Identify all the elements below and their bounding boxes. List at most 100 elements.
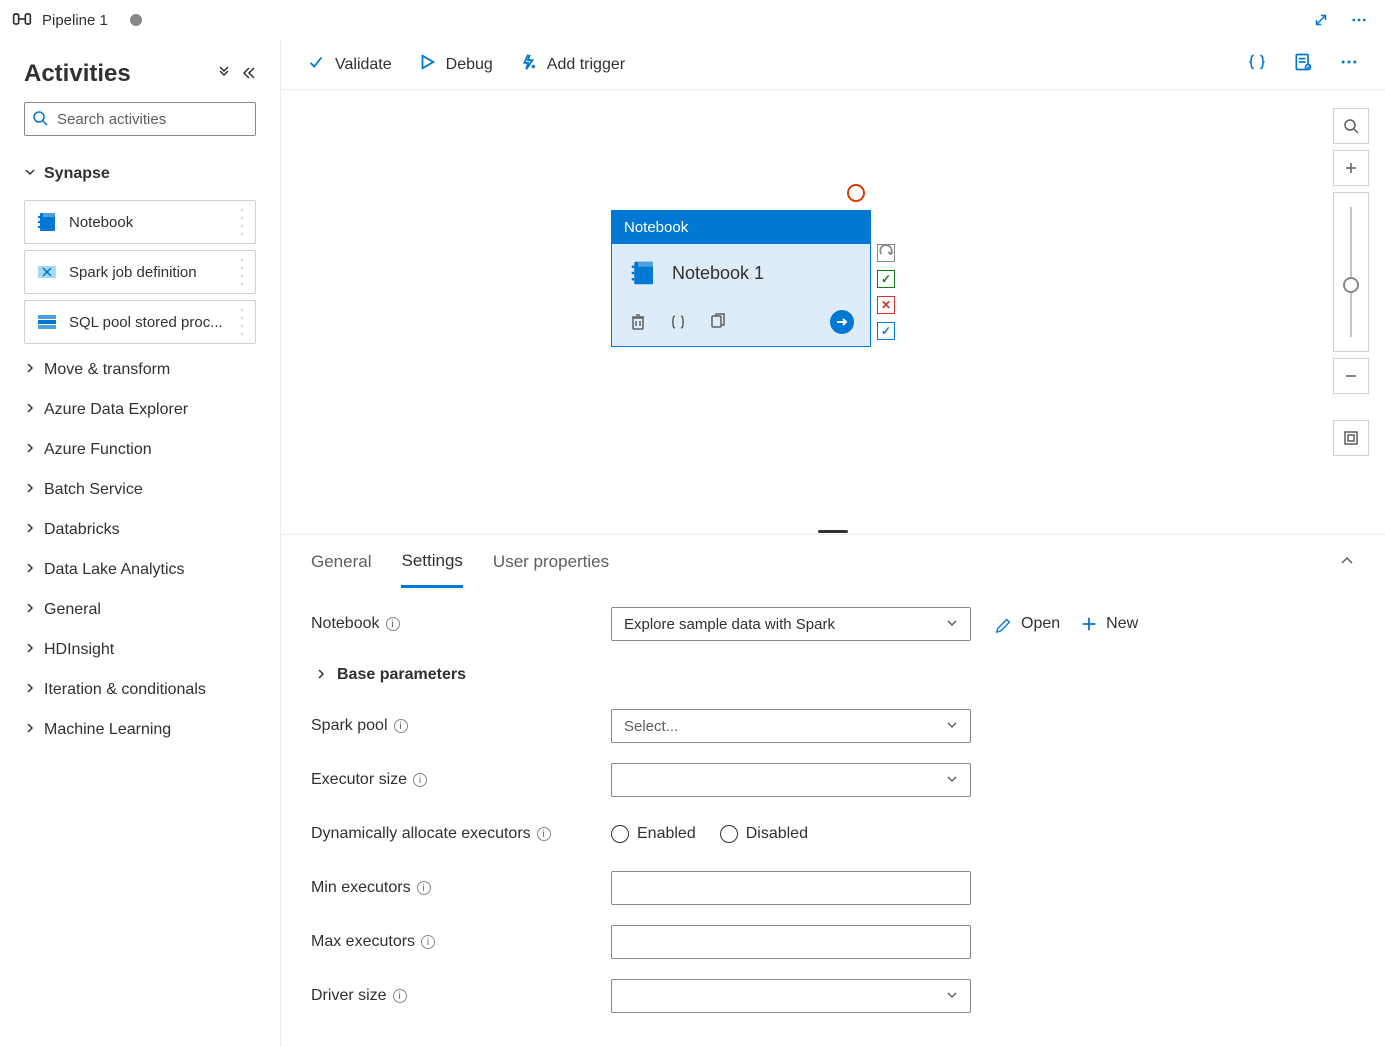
tab-settings[interactable]: Settings xyxy=(401,537,462,588)
collapse-all-icon[interactable] xyxy=(216,65,232,84)
node-skip-connector[interactable] xyxy=(877,244,895,262)
search-activities-field[interactable] xyxy=(24,102,256,136)
notebook-label: Notebook xyxy=(311,615,380,633)
chevron-right-icon xyxy=(24,481,36,499)
chevron-right-icon xyxy=(24,401,36,419)
info-icon[interactable]: i xyxy=(421,935,435,949)
category-synapse[interactable]: Synapse xyxy=(24,154,256,194)
driver-size-select[interactable] xyxy=(611,979,971,1013)
pipeline-canvas[interactable]: Notebook Notebook 1 xyxy=(281,90,1385,528)
category-machine-learning[interactable]: Machine Learning xyxy=(24,710,256,750)
activity-item-spark-job[interactable]: Spark job definition xyxy=(24,250,256,294)
zoom-out-button[interactable] xyxy=(1333,358,1369,394)
radio-icon xyxy=(611,825,629,843)
dyn-alloc-enabled-radio[interactable]: Enabled xyxy=(611,825,696,843)
checkmark-icon xyxy=(307,53,325,76)
min-executors-input[interactable] xyxy=(611,871,971,905)
new-notebook-button[interactable]: New xyxy=(1080,615,1138,633)
node-failure-connector[interactable]: ✕ xyxy=(877,296,895,314)
info-icon[interactable]: i xyxy=(537,827,551,841)
chevron-right-icon xyxy=(24,441,36,459)
tab-bar: Pipeline 1 xyxy=(0,0,1385,40)
info-icon[interactable]: i xyxy=(393,989,407,1003)
activity-item-notebook[interactable]: Notebook xyxy=(24,200,256,244)
pipeline-toolbar: Validate Debug Add trigger xyxy=(281,40,1385,90)
dyn-alloc-disabled-radio[interactable]: Disabled xyxy=(720,825,808,843)
pipeline-icon xyxy=(12,9,32,32)
category-azure-data-explorer[interactable]: Azure Data Explorer xyxy=(24,390,256,430)
sql-icon xyxy=(35,310,59,334)
zoom-fit-button[interactable] xyxy=(1333,420,1369,456)
more-toolbar-button[interactable] xyxy=(1339,52,1359,77)
play-icon xyxy=(418,53,436,76)
max-executors-input[interactable] xyxy=(611,925,971,959)
search-activities-input[interactable] xyxy=(24,102,256,136)
dirty-indicator-icon xyxy=(130,14,142,26)
open-notebook-button[interactable]: Open xyxy=(995,615,1060,633)
canvas-zoom-controls xyxy=(1333,108,1369,456)
category-iteration-conditionals[interactable]: Iteration & conditionals xyxy=(24,670,256,710)
code-view-button[interactable] xyxy=(1247,52,1267,77)
category-hdinsight[interactable]: HDInsight xyxy=(24,630,256,670)
info-icon[interactable]: i xyxy=(417,881,431,895)
tab-title: Pipeline 1 xyxy=(42,12,108,29)
category-batch-service[interactable]: Batch Service xyxy=(24,470,256,510)
collapse-details-button[interactable] xyxy=(1339,553,1355,572)
category-move-transform[interactable]: Move & transform xyxy=(24,350,256,390)
zoom-slider-thumb[interactable] xyxy=(1343,277,1359,293)
chevron-right-icon xyxy=(24,721,36,739)
category-data-lake-analytics[interactable]: Data Lake Analytics xyxy=(24,550,256,590)
spark-pool-select[interactable]: Select... xyxy=(611,709,971,743)
activity-item-sql-pool[interactable]: SQL pool stored proc... xyxy=(24,300,256,344)
zoom-in-button[interactable] xyxy=(1333,150,1369,186)
drag-grip-icon xyxy=(241,309,249,335)
driver-size-label: Driver size xyxy=(311,987,387,1005)
chevron-down-icon xyxy=(946,772,958,789)
add-trigger-button[interactable]: Add trigger xyxy=(519,53,625,76)
notebook-icon xyxy=(628,258,658,288)
notebook-icon xyxy=(35,210,59,234)
sidebar-title: Activities xyxy=(24,60,131,88)
activities-sidebar: Activities Synapse Notebook xyxy=(0,40,280,1047)
tab-user-properties[interactable]: User properties xyxy=(493,538,609,586)
search-icon xyxy=(32,110,48,129)
activity-node-notebook[interactable]: Notebook Notebook 1 xyxy=(611,210,871,347)
zoom-slider[interactable] xyxy=(1333,192,1369,352)
delete-node-button[interactable] xyxy=(628,312,648,332)
node-expand-button[interactable] xyxy=(830,310,854,334)
category-databricks[interactable]: Databricks xyxy=(24,510,256,550)
drag-grip-icon xyxy=(241,209,249,235)
collapse-panel-icon[interactable] xyxy=(240,65,256,84)
chevron-right-icon xyxy=(24,561,36,579)
chevron-right-icon xyxy=(24,641,36,659)
properties-button[interactable] xyxy=(1293,52,1313,77)
debug-button[interactable]: Debug xyxy=(418,53,493,76)
trigger-icon xyxy=(519,53,537,76)
chevron-right-icon xyxy=(24,521,36,539)
clone-node-button[interactable] xyxy=(708,312,728,332)
more-menu-button[interactable] xyxy=(1345,6,1373,34)
node-code-button[interactable] xyxy=(668,312,688,332)
validate-button[interactable]: Validate xyxy=(307,53,392,76)
executor-size-select[interactable] xyxy=(611,763,971,797)
info-icon[interactable]: i xyxy=(386,617,400,631)
chevron-down-icon xyxy=(946,616,958,633)
chevron-down-icon xyxy=(946,988,958,1005)
min-exec-label: Min executors xyxy=(311,879,411,897)
node-status-icon xyxy=(847,184,865,202)
tab-general[interactable]: General xyxy=(311,538,371,586)
base-parameters-toggle[interactable]: Base parameters xyxy=(315,655,1355,695)
info-icon[interactable]: i xyxy=(413,773,427,787)
canvas-search-button[interactable] xyxy=(1333,108,1369,144)
node-completion-connector[interactable]: ✓ xyxy=(877,322,895,340)
expand-button[interactable] xyxy=(1307,6,1335,34)
category-azure-function[interactable]: Azure Function xyxy=(24,430,256,470)
dyn-alloc-label: Dynamically allocate executors xyxy=(311,825,531,843)
notebook-select[interactable]: Explore sample data with Spark xyxy=(611,607,971,641)
category-general[interactable]: General xyxy=(24,590,256,630)
chevron-right-icon xyxy=(24,361,36,379)
details-panel: General Settings User properties Noteboo… xyxy=(281,534,1385,1047)
node-success-connector[interactable]: ✓ xyxy=(877,270,895,288)
radio-icon xyxy=(720,825,738,843)
info-icon[interactable]: i xyxy=(394,719,408,733)
